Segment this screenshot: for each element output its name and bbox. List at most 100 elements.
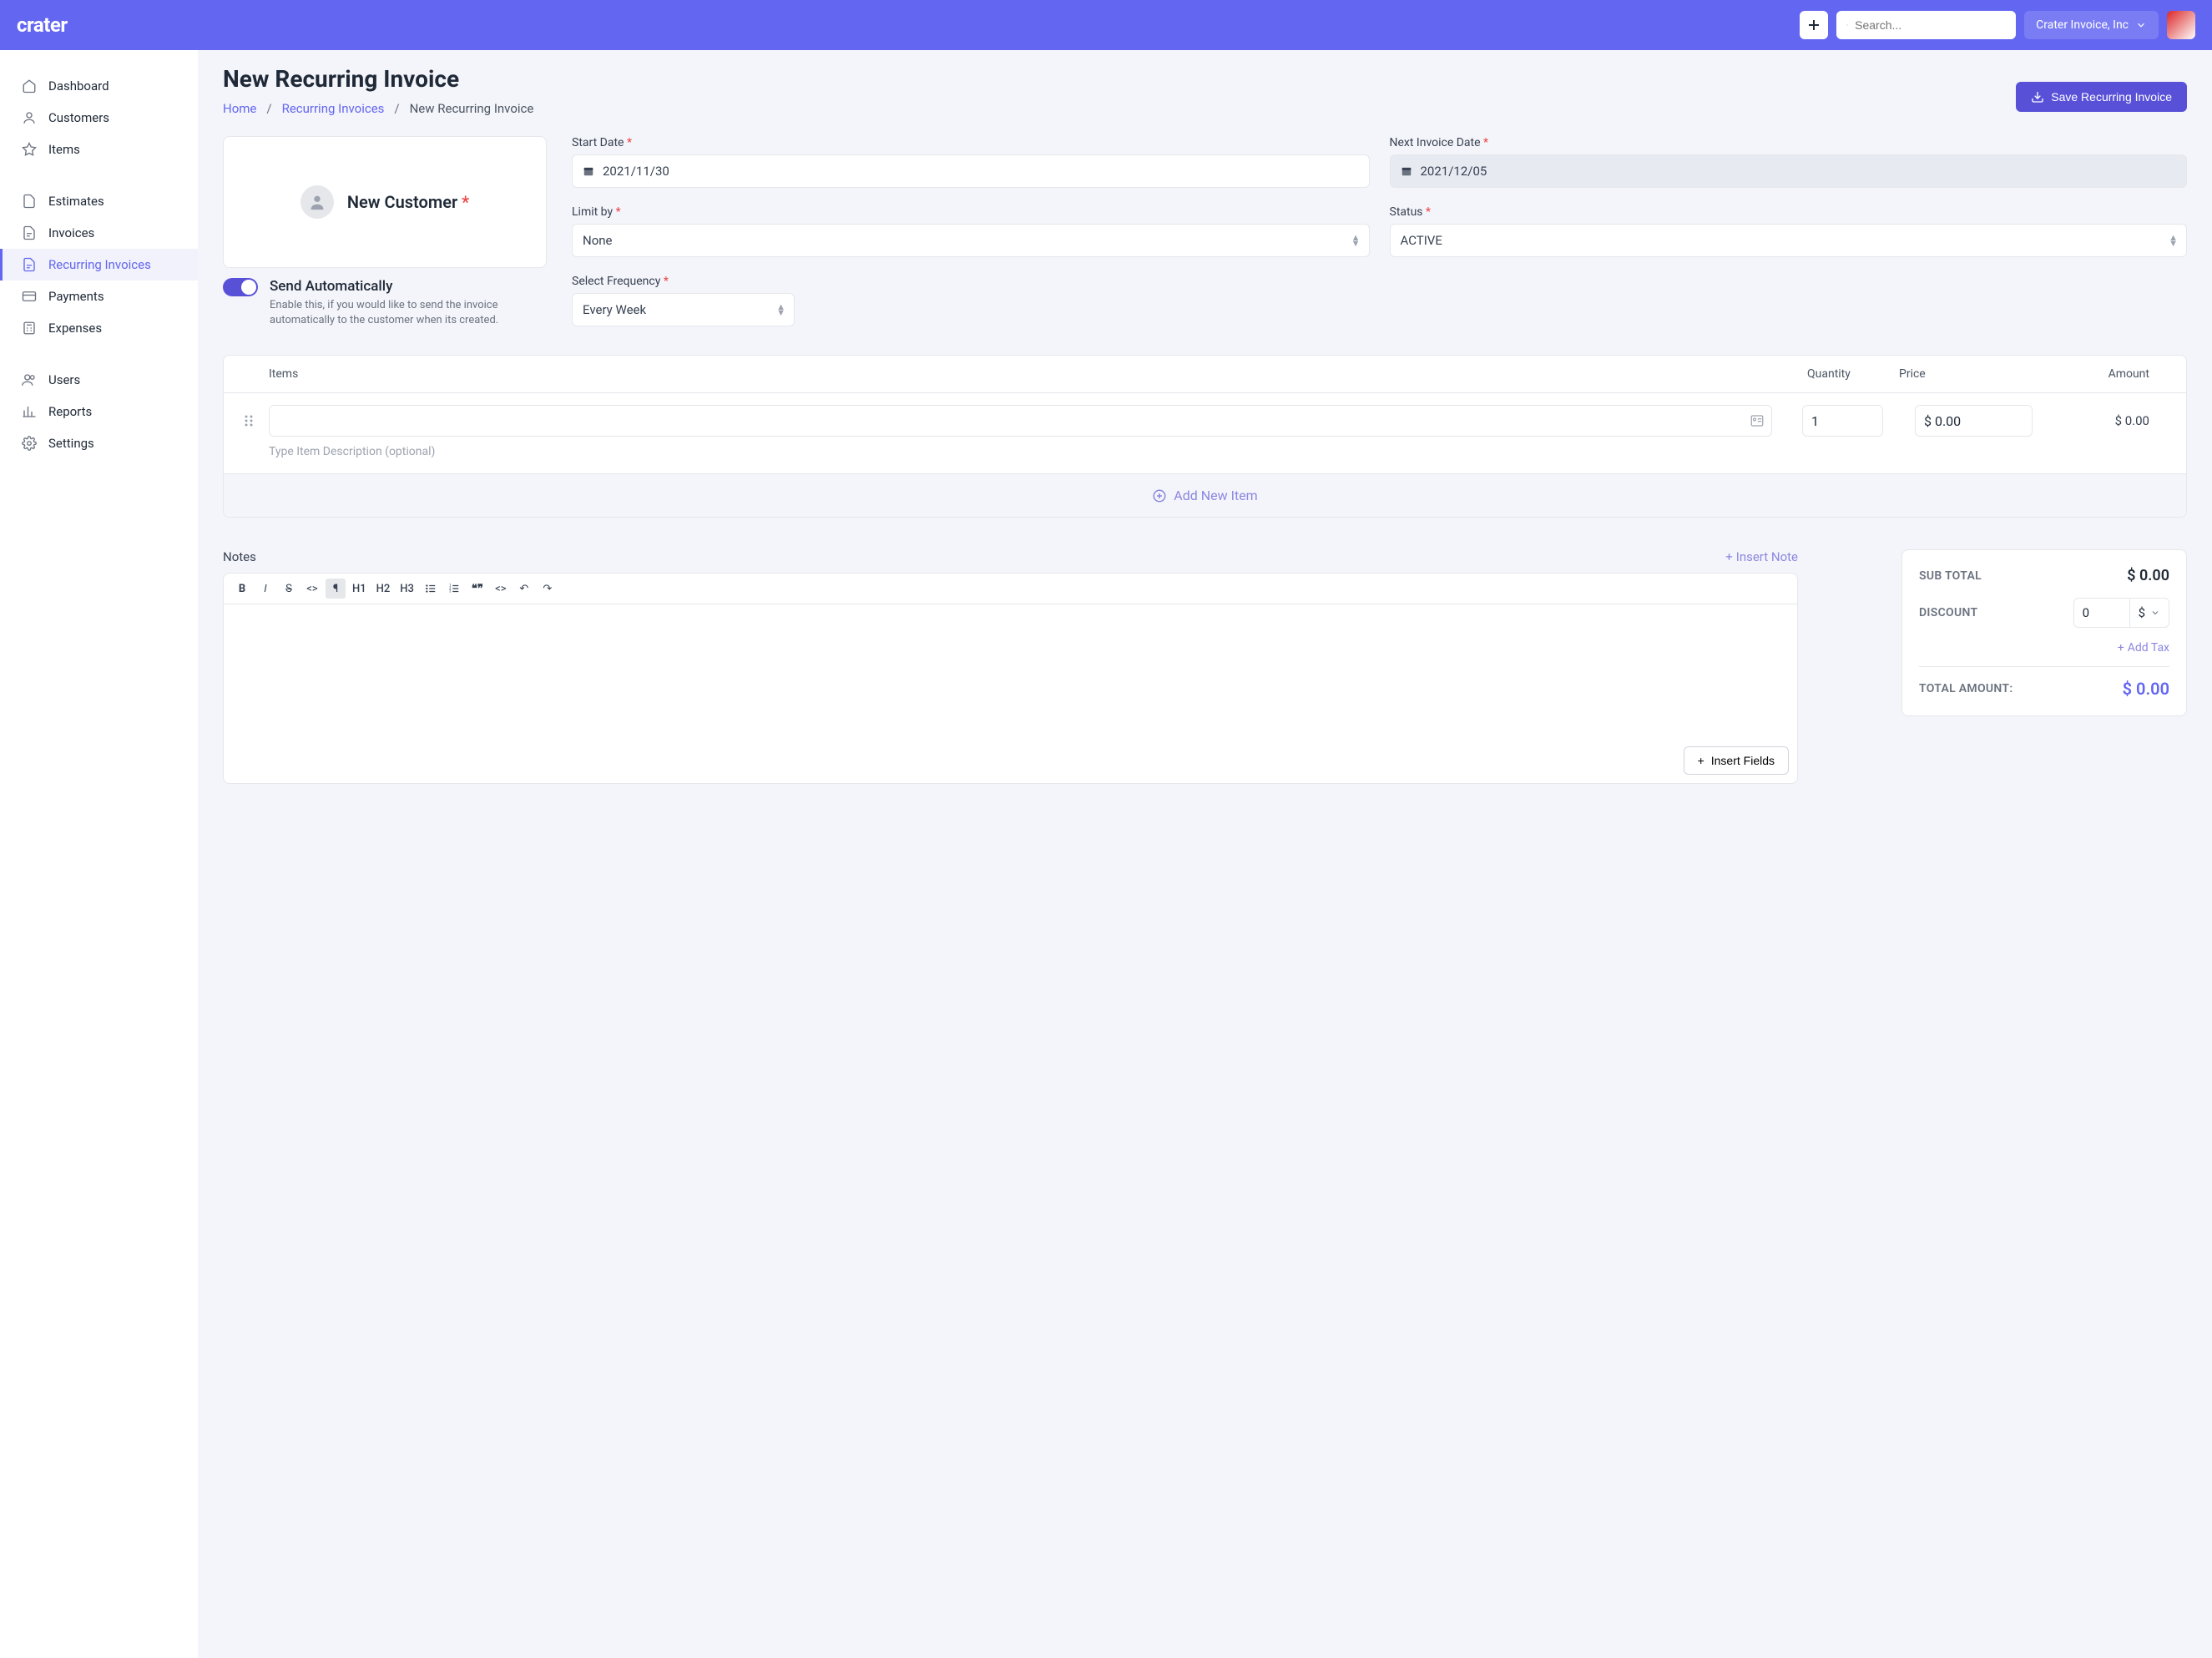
svg-text:3: 3: [449, 589, 452, 594]
qty-input[interactable]: 1: [1802, 405, 1883, 437]
subtotal-label: SUB TOTAL: [1919, 569, 1982, 583]
search-input[interactable]: [1836, 11, 2016, 39]
frequency-value: Every Week: [583, 302, 646, 317]
status-value: ACTIVE: [1401, 233, 1442, 248]
next-date-label: Next Invoice Date *: [1390, 136, 2188, 149]
breadcrumb-sep: /: [394, 101, 399, 116]
sidebar-item-items[interactable]: Items: [0, 134, 198, 165]
plus-icon: +: [2118, 641, 2124, 655]
subtotal-value: $ 0.00: [2127, 567, 2169, 584]
h2-button[interactable]: H2: [373, 579, 394, 599]
bold-button[interactable]: B: [232, 579, 252, 599]
star-icon: [22, 142, 37, 157]
sidebar-item-users[interactable]: Users: [0, 364, 198, 396]
select-arrows-icon: ▲▼: [776, 304, 785, 316]
company-dropdown[interactable]: Crater Invoice, Inc: [2024, 11, 2159, 39]
discount-label: DISCOUNT: [1919, 606, 1977, 619]
sidebar-item-recurring[interactable]: Recurring Invoices: [0, 249, 198, 281]
paragraph-button[interactable]: ¶: [326, 579, 346, 599]
customer-avatar-icon: [300, 185, 334, 219]
plus-circle-icon: [1152, 488, 1167, 503]
sidebar-item-estimates[interactable]: Estimates: [0, 185, 198, 217]
sidebar-label: Reports: [48, 404, 92, 419]
page-title: New Recurring Invoice: [223, 65, 533, 93]
app-header: crater Crater Invoice, Inc: [0, 0, 2212, 50]
save-button[interactable]: Save Recurring Invoice: [2016, 82, 2187, 112]
code-button[interactable]: <>: [302, 579, 322, 599]
sidebar-label: Items: [48, 142, 80, 157]
totals-panel: SUB TOTAL $ 0.00 DISCOUNT 0 $ + Add: [1901, 549, 2187, 716]
redo-button[interactable]: ↷: [538, 579, 558, 599]
breadcrumb: Home / Recurring Invoices / New Recurrin…: [223, 101, 533, 116]
h1-button[interactable]: H1: [349, 579, 370, 599]
invoice-icon: [22, 225, 37, 240]
number-list-button[interactable]: 123: [444, 579, 464, 599]
quote-button[interactable]: ❝❞: [467, 579, 487, 599]
undo-button[interactable]: ↶: [514, 579, 534, 599]
company-name: Crater Invoice, Inc: [2036, 18, 2129, 32]
limit-label: Limit by *: [572, 205, 1370, 219]
add-item-button[interactable]: Add New Item: [224, 473, 2186, 517]
sidebar-item-dashboard[interactable]: Dashboard: [0, 70, 198, 102]
insert-fields-button[interactable]: + Insert Fields: [1684, 746, 1789, 775]
editor-body[interactable]: [224, 604, 1797, 738]
sidebar-label: Expenses: [48, 321, 102, 336]
sidebar-item-invoices[interactable]: Invoices: [0, 217, 198, 249]
limit-value: None: [583, 233, 613, 248]
sidebar-item-reports[interactable]: Reports: [0, 396, 198, 427]
toggle-title: Send Automatically: [270, 278, 547, 295]
sidebar-label: Settings: [48, 436, 94, 451]
sidebar-item-settings[interactable]: Settings: [0, 427, 198, 459]
frequency-select[interactable]: Every Week ▲▼: [572, 293, 795, 326]
italic-button[interactable]: I: [255, 579, 275, 599]
item-desc-input[interactable]: Type Item Description (optional): [269, 445, 2166, 458]
status-select[interactable]: ACTIVE ▲▼: [1390, 224, 2188, 257]
sidebar-label: Users: [48, 372, 80, 387]
limit-select[interactable]: None ▲▼: [572, 224, 1370, 257]
discount-unit-dropdown[interactable]: $: [2130, 598, 2169, 628]
toggle-desc: Enable this, if you would like to send t…: [270, 298, 547, 328]
breadcrumb-home[interactable]: Home: [223, 101, 256, 116]
calendar-icon: [583, 165, 594, 177]
search-field[interactable]: [1855, 18, 2006, 32]
strike-button[interactable]: S: [279, 579, 299, 599]
add-tax-label: Add Tax: [2128, 641, 2169, 655]
add-button[interactable]: [1800, 11, 1828, 39]
customer-select[interactable]: New Customer *: [223, 136, 547, 268]
sidebar-item-expenses[interactable]: Expenses: [0, 312, 198, 344]
main-content: New Recurring Invoice Home / Recurring I…: [198, 50, 2212, 1658]
sidebar-item-payments[interactable]: Payments: [0, 281, 198, 312]
discount-input[interactable]: 0: [2073, 598, 2130, 628]
col-qty: Quantity: [1807, 367, 1899, 381]
sidebar-label: Estimates: [48, 194, 104, 209]
notes-title: Notes: [223, 549, 256, 564]
bullet-list-button[interactable]: [421, 579, 441, 599]
add-tax-button[interactable]: + Add Tax: [1919, 641, 2169, 655]
total-value: $ 0.00: [2123, 679, 2169, 699]
select-arrows-icon: ▲▼: [1351, 235, 1361, 246]
start-date-label: Start Date *: [572, 136, 1370, 149]
insert-note-button[interactable]: + Insert Note: [1725, 549, 1798, 564]
gear-icon: [22, 436, 37, 451]
divider: [1919, 666, 2169, 667]
plus-icon: [1807, 18, 1821, 32]
send-auto-toggle[interactable]: [223, 278, 258, 296]
h3-button[interactable]: H3: [396, 579, 417, 599]
item-name-input[interactable]: [269, 405, 1772, 437]
notes-editor: B I S <> ¶ H1 H2 H3 123 ❝❞ <> ↶ ↷: [223, 573, 1798, 784]
user-avatar[interactable]: [2167, 11, 2195, 39]
document-icon: [22, 194, 37, 209]
user-icon: [22, 110, 37, 125]
calculator-icon: [22, 321, 37, 336]
start-date-value: 2021/11/30: [603, 164, 669, 179]
total-label: TOTAL AMOUNT:: [1919, 682, 2013, 695]
breadcrumb-parent[interactable]: Recurring Invoices: [282, 101, 385, 116]
price-input[interactable]: $ 0.00: [1915, 405, 2033, 437]
codeblock-button[interactable]: <>: [491, 579, 511, 599]
status-label: Status *: [1390, 205, 2188, 219]
sidebar-item-customers[interactable]: Customers: [0, 102, 198, 134]
col-amount: Amount: [2033, 367, 2166, 381]
drag-handle[interactable]: [244, 414, 269, 427]
start-date-input[interactable]: 2021/11/30: [572, 154, 1370, 188]
select-arrows-icon: ▲▼: [2169, 235, 2178, 246]
